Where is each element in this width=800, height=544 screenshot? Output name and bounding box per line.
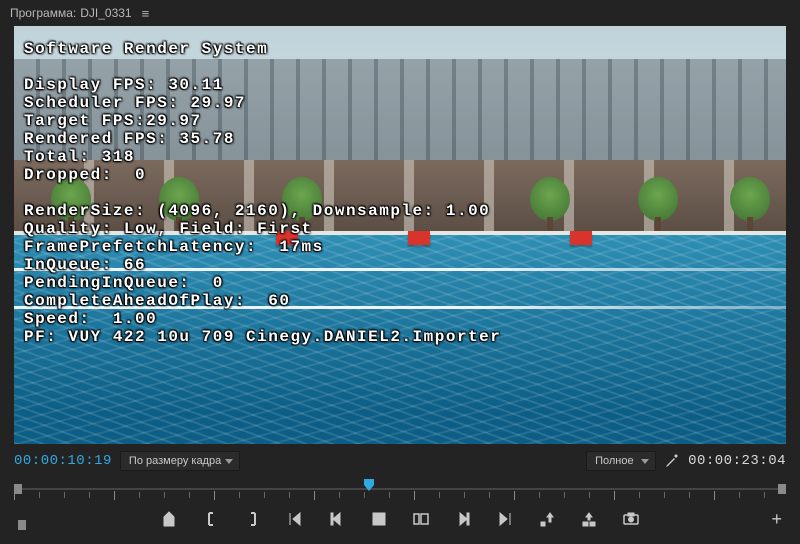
overlay-line: Speed: 1.00 (24, 310, 157, 328)
lift-button[interactable] (537, 509, 557, 529)
timeline-end-cap[interactable] (778, 484, 786, 494)
overlay-line: RenderSize: (4096, 2160), Downsample: 1.… (24, 202, 490, 220)
step-forward-button[interactable] (453, 509, 473, 529)
settings-icon[interactable] (664, 453, 680, 469)
out-bracket-button[interactable] (243, 509, 263, 529)
panel-menu-icon[interactable]: ≡ (142, 6, 150, 21)
current-timecode[interactable]: 00:00:10:19 (14, 453, 112, 469)
quality-dropdown[interactable]: Полное (586, 451, 656, 471)
overlay-line: FramePrefetchLatency: 17ms (24, 238, 324, 256)
info-bar: 00:00:10:19 По размеру кадра Полное 00:0… (14, 450, 786, 472)
overlay-line: CompleteAheadOfPlay: 60 (24, 292, 290, 310)
play-selection-button[interactable] (411, 509, 431, 529)
in-bracket-button[interactable] (201, 509, 221, 529)
playhead-icon[interactable] (363, 478, 375, 492)
transport-controls (0, 502, 800, 536)
overlay-line: Total: 318 (24, 148, 135, 166)
export-frame-button[interactable] (621, 509, 641, 529)
timeline-start-cap[interactable] (14, 484, 22, 494)
overlay-title: Software Render System (24, 40, 268, 58)
step-back-button[interactable] (327, 509, 347, 529)
overlay-line: Quality: Low, Field: First (24, 220, 313, 238)
debug-overlay: Software Render System Display FPS: 30.1… (24, 40, 501, 346)
overlay-line: Rendered FPS: 35.78 (24, 130, 235, 148)
timeline-major-ticks (14, 491, 786, 500)
titlebar: Программа: DJI_0331 ≡ (0, 0, 800, 26)
overlay-line: PendingInQueue: 0 (24, 274, 224, 292)
go-to-in-button[interactable] (285, 509, 305, 529)
overlay-line: Display FPS: 30.11 (24, 76, 224, 94)
add-button[interactable]: + (771, 509, 782, 530)
overlay-line: Scheduler FPS: 29.97 (24, 94, 246, 112)
extract-button[interactable] (579, 509, 599, 529)
overlay-line: InQueue: 66 (24, 256, 146, 274)
left-edge-marker (18, 520, 26, 530)
quality-dropdown-label: Полное (595, 455, 634, 467)
go-to-out-button[interactable] (495, 509, 515, 529)
overlay-line: Dropped: 0 (24, 166, 146, 184)
mark-in-button[interactable] (159, 509, 179, 529)
zoom-dropdown-label: По размеру кадра (129, 455, 221, 467)
title-prefix: Программа: (10, 6, 76, 20)
overlay-line: PF: VUY 422 10u 709 Cinegy.DANIEL2.Impor… (24, 328, 501, 346)
overlay-line: Target FPS:29.97 (24, 112, 202, 130)
zoom-dropdown[interactable]: По размеру кадра (120, 451, 240, 471)
title-name: DJI_0331 (80, 6, 131, 20)
timeline-scrubber[interactable] (14, 478, 786, 502)
program-monitor-viewport[interactable]: Software Render System Display FPS: 30.1… (14, 26, 786, 444)
stop-button[interactable] (369, 509, 389, 529)
total-timecode: 00:00:23:04 (688, 453, 786, 469)
timeline-track (14, 488, 786, 490)
